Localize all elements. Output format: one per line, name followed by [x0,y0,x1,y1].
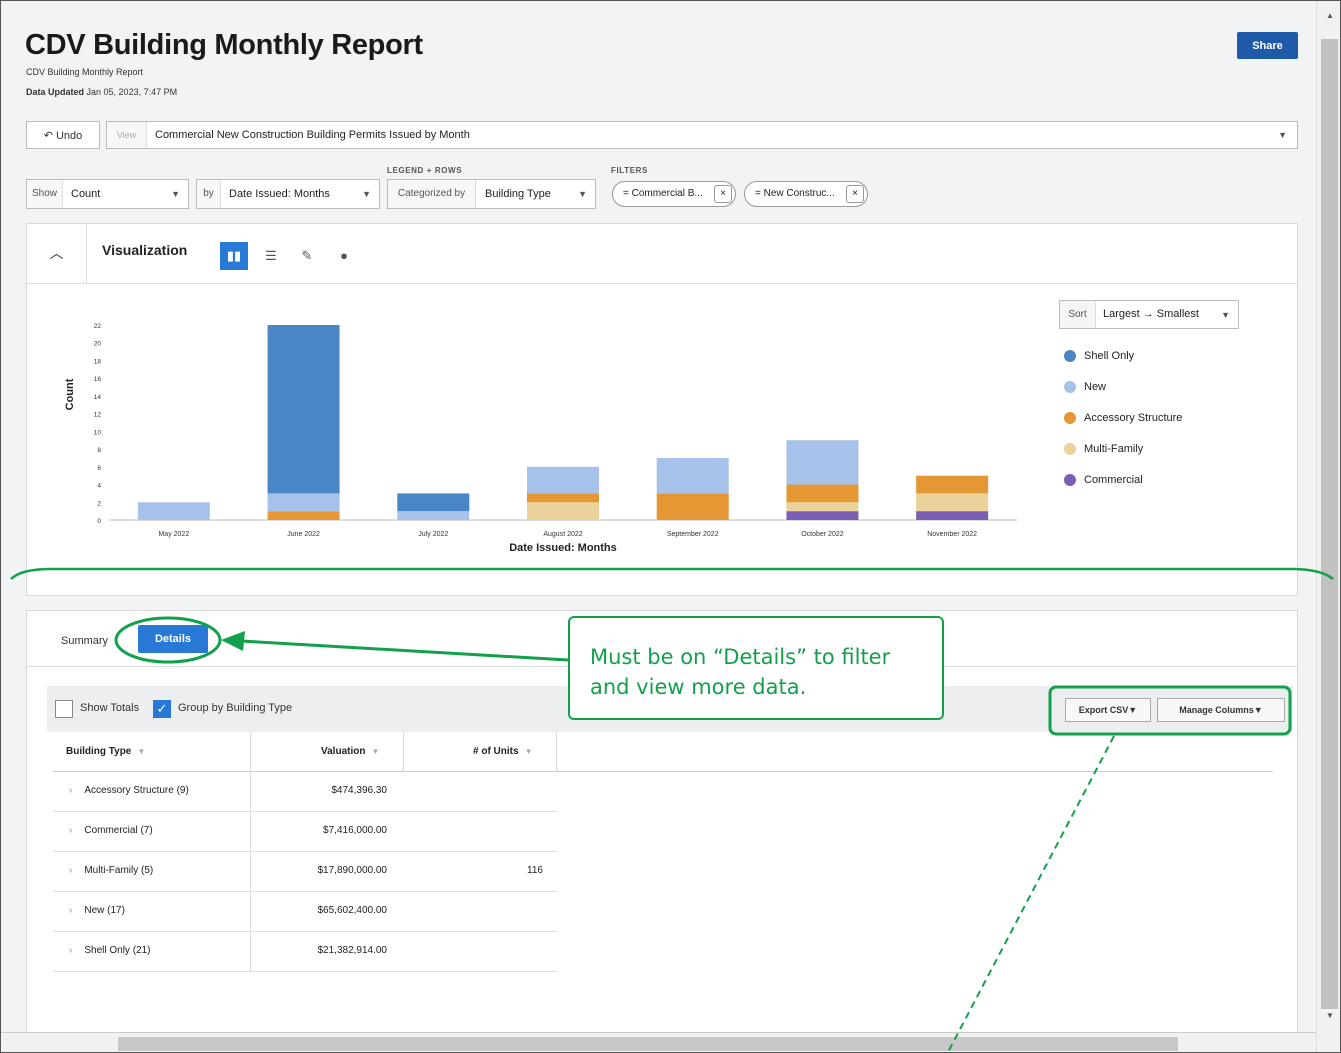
annotation-arrow-line [240,639,569,662]
annotation-dashed-line [946,735,1115,1052]
browser-frame: CDV Building Monthly Report CDV Building… [0,0,1341,1053]
annotation-text: Must be on “Details” to filter and view … [590,645,891,699]
annotation-arrow-head [221,631,245,651]
annotation-overlay [10,567,1334,1052]
annotation-circle-details [114,616,222,664]
annotation-box-export [1048,685,1292,736]
annotation-bracket [10,567,1334,580]
